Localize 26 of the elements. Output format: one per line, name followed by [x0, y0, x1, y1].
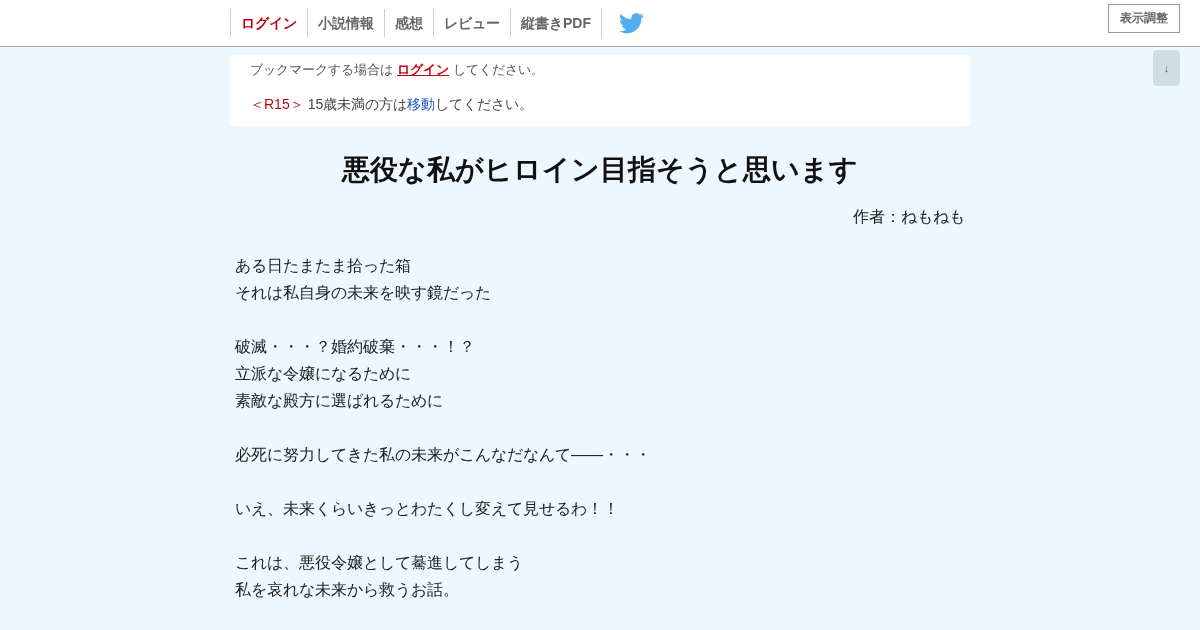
notice-text: 15歳未満の方は: [307, 96, 408, 114]
synopsis-line: 立派な令嬢になるために: [235, 364, 412, 384]
synopsis-line: それは私自身の未来を映す鏡だった: [235, 283, 492, 303]
bird-icon[interactable]: [619, 12, 644, 34]
nav-link[interactable]: 感想: [384, 9, 433, 37]
synopsis-line: いえ、未来くらいきっとわたくし変えて見せるわ！！: [235, 499, 620, 519]
synopsis-line: 私を哀れな未来から救うお話。: [235, 580, 460, 600]
nav-link[interactable]: ログイン: [230, 9, 307, 37]
scroll-down-button[interactable]: ↓: [1153, 50, 1180, 86]
login-link[interactable]: ログイン: [397, 62, 449, 79]
notice-text: ブックマークする場合は: [250, 62, 393, 79]
synopsis-line: 破滅・・・？婚約破棄・・・！？: [235, 337, 476, 357]
synopsis-line: 必死に努力してきた私の未来がこんなだなんて――・・・: [235, 445, 652, 465]
nav-link[interactable]: 縦書きPDF: [510, 9, 601, 37]
notice-text: してください。: [453, 62, 544, 79]
synopsis-line: ある日たまたま拾った箱: [235, 256, 412, 276]
notice-text: してください。: [435, 96, 534, 114]
move-link[interactable]: 移動: [407, 96, 436, 114]
synopsis-line: これは、悪役令嬢として驀進してしまう: [235, 553, 524, 573]
nav-link[interactable]: レビュー: [433, 9, 510, 37]
synopsis-line: 素敵な殿方に選ばれるために: [235, 391, 444, 411]
display-settings-button[interactable]: 表示調整: [1108, 3, 1180, 33]
novel-title: 悪役な私がヒロイン目指そうと思います: [340, 153, 859, 187]
author-name: 作者：ねもねも: [852, 207, 966, 227]
nav-link[interactable]: 小説情報: [307, 9, 384, 37]
rating-tag: ＜R15＞: [250, 96, 304, 114]
